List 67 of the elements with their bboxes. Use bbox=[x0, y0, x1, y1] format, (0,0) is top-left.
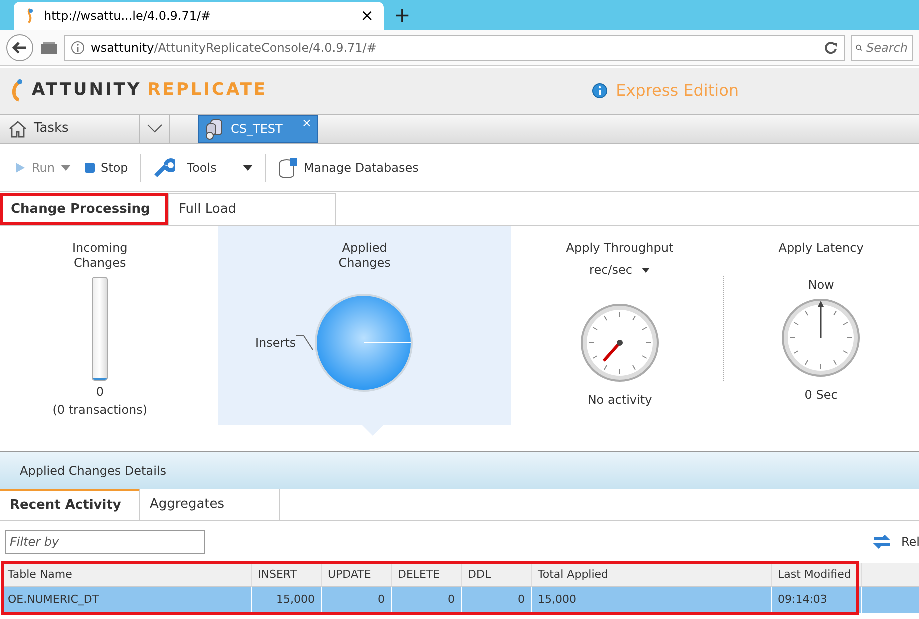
address-bar[interactable]: wsattunity/AttunityReplicateConsole/4.0.9.71/# bbox=[64, 34, 845, 60]
slice-label: Inserts bbox=[256, 335, 296, 352]
database-icon bbox=[278, 156, 298, 178]
table-cell: 0 bbox=[392, 587, 462, 613]
toolbar-button[interactable]: Tools bbox=[151, 154, 255, 180]
metric-panel[interactable]: Apply Latency Now 0 Sec bbox=[724, 226, 919, 441]
table-cell: 0 bbox=[322, 587, 392, 613]
library-icon bbox=[40, 40, 58, 54]
reload-button[interactable]: Rel bbox=[871, 531, 919, 553]
caret-icon bbox=[642, 268, 650, 272]
logo-text: REPLICATE bbox=[148, 79, 268, 102]
metric-title: Incoming Changes bbox=[71, 241, 129, 271]
metric-value: 0 bbox=[96, 384, 104, 401]
tab-title: http://wsattu...le/4.0.9.71/# bbox=[44, 8, 212, 25]
view-tab[interactable]: Change Processing bbox=[0, 193, 168, 225]
caret-icon bbox=[146, 124, 162, 134]
logo-text: ATTUNITY bbox=[32, 79, 142, 102]
url-text: wsattunity/AttunityReplicateConsole/4.0.9.71/# bbox=[91, 40, 377, 56]
play-icon bbox=[14, 162, 26, 174]
details-tab[interactable]: Aggregates bbox=[140, 489, 280, 520]
unit-dropdown[interactable]: rec/sec bbox=[590, 261, 650, 279]
metric-title: Apply Throughput bbox=[566, 241, 674, 256]
stop-icon bbox=[85, 162, 96, 172]
column-header: Last Modified bbox=[772, 563, 862, 587]
column-header: Total Applied bbox=[532, 563, 772, 587]
task-icon bbox=[205, 118, 225, 140]
edition-label: Express Edition bbox=[616, 80, 739, 102]
table-cell: 15,000 bbox=[252, 587, 322, 613]
metric-panel[interactable]: Applied Changes Inserts bbox=[218, 226, 512, 425]
toolbar-button[interactable]: Manage Databases bbox=[276, 154, 421, 180]
close-tab-button[interactable]: × bbox=[360, 4, 374, 28]
info-icon bbox=[71, 40, 85, 54]
reload-icon bbox=[824, 40, 838, 54]
metric-panel[interactable]: Incoming Changes 0 (0 transactions) bbox=[0, 226, 200, 441]
metric-note: (0 transactions) bbox=[52, 402, 148, 419]
table-cell: 0 bbox=[462, 587, 532, 613]
column-header: INSERT bbox=[252, 563, 322, 587]
column-header: Table Name bbox=[2, 563, 252, 587]
back-icon bbox=[6, 34, 34, 62]
toolbar-button[interactable]: Stop bbox=[83, 156, 130, 178]
table-cell: OE.NUMERIC_DT bbox=[2, 587, 252, 613]
view-tab[interactable]: Full Load bbox=[168, 193, 336, 225]
table-cell: 09:14:03 bbox=[772, 587, 862, 613]
caret-icon bbox=[242, 164, 253, 170]
row-highlight bbox=[862, 587, 919, 613]
section-header: Applied Changes Details bbox=[0, 451, 919, 489]
metric-note: No activity bbox=[588, 392, 652, 409]
column-header: DELETE bbox=[392, 563, 462, 587]
caret-icon bbox=[61, 164, 72, 170]
metric-title: Applied Changes bbox=[338, 241, 392, 271]
column-header: DDL bbox=[462, 563, 532, 587]
filter-field[interactable]: Filter by bbox=[5, 530, 205, 554]
search-field[interactable]: Search bbox=[851, 34, 913, 60]
info-icon bbox=[592, 83, 608, 99]
leader-line bbox=[296, 335, 314, 351]
dial-label: Now bbox=[808, 277, 834, 294]
tasks-tab[interactable]: Tasks bbox=[0, 115, 140, 143]
table-cell: 15,000 bbox=[532, 587, 772, 613]
browser-tab[interactable]: http://wsattu...le/4.0.9.71/# × bbox=[14, 2, 384, 30]
metric-panel[interactable]: Apply Throughput rec/sec No activity bbox=[517, 226, 723, 441]
home-icon bbox=[8, 120, 28, 138]
metric-title: Apply Latency bbox=[778, 241, 865, 256]
details-tab[interactable]: Recent Activity bbox=[0, 489, 140, 520]
new-tab-button[interactable]: + bbox=[394, 2, 411, 30]
column-header: UPDATE bbox=[322, 563, 392, 587]
metric-note: 0 Sec bbox=[804, 387, 838, 404]
wrench-icon bbox=[153, 156, 176, 178]
